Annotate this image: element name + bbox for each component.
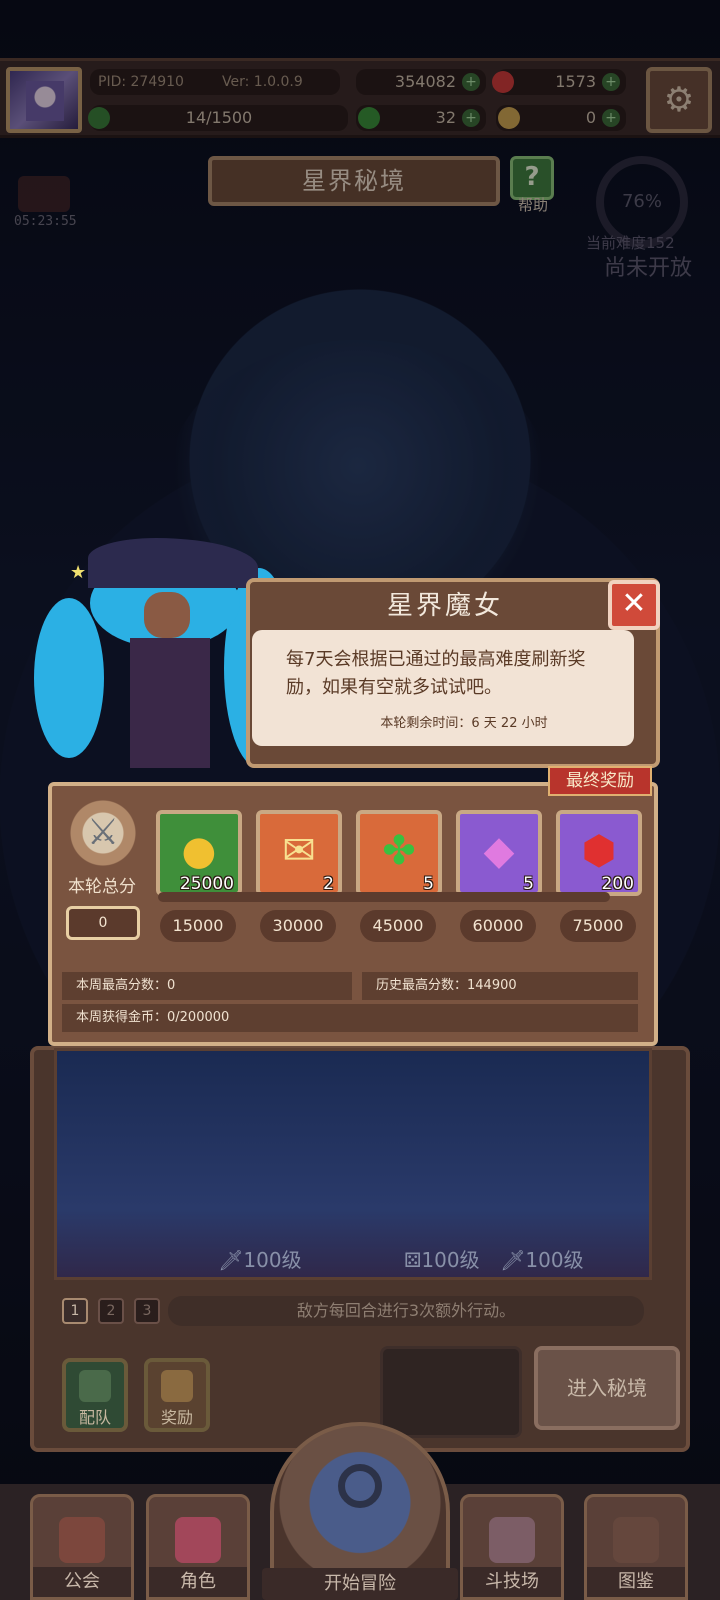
reward-button[interactable]: 奖励 [144, 1358, 210, 1432]
dialog-body: 每7天会根据已通过的最高难度刷新奖励，如果有空就多试试吧。 本轮剩余时间：6 天… [252, 630, 634, 746]
reward-tile-crystal[interactable]: ◆ 5 [456, 810, 542, 896]
clover-icon: ✤ [382, 828, 416, 875]
nav-arena-label: 斗技场 [463, 1567, 561, 1597]
chest-icon [161, 1370, 193, 1402]
nav-codex-label: 图鉴 [587, 1567, 685, 1597]
stage-hint: 敌方每回合进行3次额外行动。 [168, 1296, 644, 1326]
nav-codex[interactable]: 图鉴 [584, 1494, 688, 1600]
level-badge-2: ⚄100级 [404, 1248, 480, 1272]
dialog-title: 星界魔女 [386, 591, 503, 621]
milestone-4: 60000 [460, 910, 536, 942]
nav-adventure-label: 开始冒险 [262, 1568, 458, 1600]
magnifier-icon [338, 1464, 382, 1508]
crystal-icon: ◆ [483, 828, 515, 875]
mail-icon: ✉ [282, 828, 316, 875]
page-tab-2[interactable]: 2 [98, 1298, 124, 1324]
close-button[interactable]: ✕ [608, 580, 660, 630]
nav-arena[interactable]: 斗技场 [460, 1494, 564, 1600]
witch-face [144, 592, 190, 638]
level-badge-1: 🗡100级 [218, 1248, 302, 1272]
milestone-3: 45000 [360, 910, 436, 942]
reward-count: 2 [323, 874, 334, 894]
remaining-time: 本轮剩余时间：6 天 22 小时 [380, 716, 548, 731]
nav-character[interactable]: 角色 [146, 1494, 250, 1600]
team-label: 配队 [78, 1408, 111, 1427]
ruby-icon: ⬢ [581, 828, 617, 875]
reward-label: 奖励 [160, 1408, 193, 1427]
empty-slot [380, 1346, 522, 1438]
crossed-swords-icon [489, 1517, 535, 1563]
gold-coin-icon: ● [181, 828, 217, 875]
week-gold-earned: 本周获得金币：0/200000 [62, 1004, 638, 1032]
milestone-5: 75000 [560, 910, 636, 942]
nav-character-label: 角色 [149, 1567, 247, 1597]
page-tab-1[interactable]: 1 [62, 1298, 88, 1324]
total-score-label: 本轮总分 [68, 877, 136, 897]
milestone-1: 15000 [160, 910, 236, 942]
reward-tile-ruby[interactable]: ⬢ 200 [556, 810, 642, 896]
star-icon: ★ [70, 562, 87, 583]
character-icon [175, 1517, 221, 1563]
codex-icon [613, 1517, 659, 1563]
reward-count: 5 [423, 874, 434, 894]
reward-count: 200 [601, 874, 634, 894]
enter-dungeon-button[interactable]: 进入秘境 [534, 1346, 680, 1430]
team-button[interactable]: 配队 [62, 1358, 128, 1432]
total-score-value: 0 [66, 906, 140, 940]
reward-count: 25000 [179, 874, 234, 894]
level-badge-3: 🗡100级 [500, 1248, 584, 1272]
close-icon: ✕ [621, 586, 647, 621]
history-best-score: 历史最高分数：144900 [362, 972, 638, 1000]
reward-tile-mail[interactable]: ✉ 2 [256, 810, 342, 896]
reward-tile-gold[interactable]: ● 25000 [156, 810, 242, 896]
crossed-swords-icon: ⚔ [70, 800, 136, 866]
page-tab-3[interactable]: 3 [134, 1298, 160, 1324]
nav-guild-label: 公会 [33, 1567, 131, 1597]
reward-tile-clover[interactable]: ✤ 5 [356, 810, 442, 896]
score-progress-track [158, 892, 610, 902]
witch-hat [88, 538, 258, 588]
final-reward-tag: 最终奖励 [548, 766, 652, 796]
dialog-description: 每7天会根据已通过的最高难度刷新奖励，如果有空就多试试吧。 [286, 649, 586, 698]
nav-guild[interactable]: 公会 [30, 1494, 134, 1600]
team-icon [79, 1370, 111, 1402]
reward-count: 5 [523, 874, 534, 894]
guild-icon [59, 1517, 105, 1563]
milestone-2: 30000 [260, 910, 336, 942]
witch-robe [130, 638, 210, 768]
week-best-score: 本周最高分数：0 [62, 972, 352, 1000]
